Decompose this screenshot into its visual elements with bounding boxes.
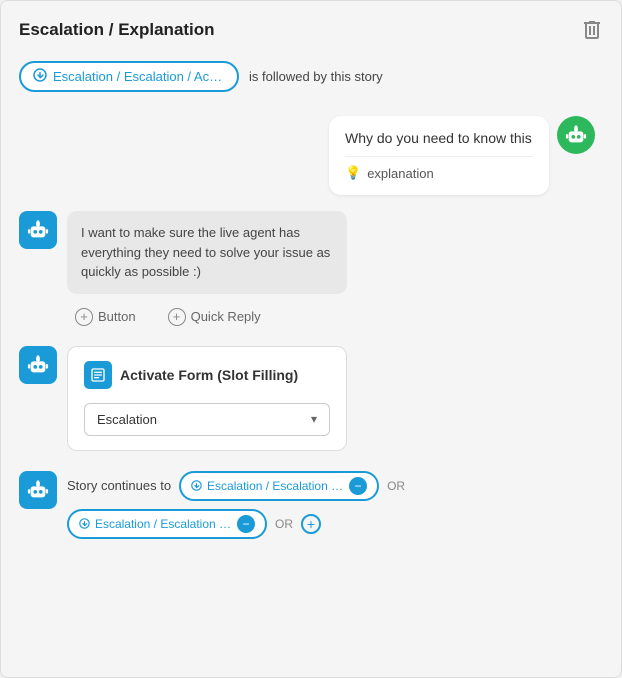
- story-row-2: Escalation / Escalation / Can... − OR +: [67, 509, 603, 539]
- story-badge-1-text: Escalation / Escalation / Sub...: [207, 479, 344, 493]
- bot-avatar-2: [19, 346, 57, 384]
- story-badge-2[interactable]: Escalation / Escalation / Can... −: [67, 509, 267, 539]
- trigger-followed-text: is followed by this story: [249, 69, 383, 84]
- trigger-badge[interactable]: Escalation / Escalation / Acti...: [19, 61, 239, 92]
- form-card-header: Activate Form (Slot Filling): [84, 361, 330, 389]
- chat-section: Why do you need to know this 💡 explanati…: [19, 116, 603, 195]
- form-title: Activate Form (Slot Filling): [120, 367, 298, 383]
- story-continues-label: Story continues to: [67, 478, 171, 493]
- chat-bubble-wrapper: Why do you need to know this 💡 explanati…: [329, 116, 595, 195]
- story-section-wrapper: Story continues to Escalation / Escalati…: [19, 471, 603, 539]
- story-badge-1[interactable]: Escalation / Escalation / Sub... −: [179, 471, 379, 501]
- remove-story-2-button[interactable]: −: [237, 515, 255, 533]
- page-title: Escalation / Explanation: [19, 20, 215, 40]
- trigger-badge-text: Escalation / Escalation / Acti...: [53, 69, 225, 84]
- story-badge-2-text: Escalation / Escalation / Can...: [95, 517, 232, 531]
- main-card: Escalation / Explanation Escalation / Es…: [0, 0, 622, 678]
- explanation-label: explanation: [367, 166, 434, 181]
- chat-message: Why do you need to know this: [345, 130, 533, 146]
- add-button-btn[interactable]: + Button: [67, 304, 144, 330]
- add-button-icon: +: [75, 308, 93, 326]
- chat-bubble: Why do you need to know this 💡 explanati…: [329, 116, 549, 195]
- add-quick-reply-icon: +: [168, 308, 186, 326]
- or-label-2: OR: [275, 517, 293, 531]
- story-row-1: Story continues to Escalation / Escalati…: [67, 471, 603, 501]
- card-header: Escalation / Explanation: [19, 19, 603, 41]
- button-label: Button: [98, 309, 136, 324]
- bot-content: I want to make sure the live agent has e…: [67, 211, 603, 330]
- or-label-1: OR: [387, 479, 405, 493]
- bot-icon-green: [557, 116, 595, 154]
- form-select[interactable]: Escalation ▾: [84, 403, 330, 436]
- add-quick-reply-btn[interactable]: + Quick Reply: [160, 304, 269, 330]
- form-section: Activate Form (Slot Filling) Escalation …: [19, 346, 603, 451]
- bot-message-section: I want to make sure the live agent has e…: [19, 211, 603, 330]
- lightbulb-icon: 💡: [345, 165, 361, 181]
- chevron-down-icon: ▾: [311, 412, 317, 426]
- action-row: + Button + Quick Reply: [67, 304, 603, 330]
- form-select-value: Escalation: [97, 412, 157, 427]
- form-icon: [84, 361, 112, 389]
- explanation-row: 💡 explanation: [345, 156, 533, 181]
- story-continues-section: Story continues to Escalation / Escalati…: [67, 471, 603, 539]
- remove-story-1-button[interactable]: −: [349, 477, 367, 495]
- form-card: Activate Form (Slot Filling) Escalation …: [67, 346, 347, 451]
- add-story-button[interactable]: +: [301, 514, 321, 534]
- bot-avatar-1: [19, 211, 57, 249]
- bot-avatar-3: [19, 471, 57, 509]
- quick-reply-label: Quick Reply: [191, 309, 261, 324]
- trigger-arrow-icon: [33, 68, 47, 85]
- delete-button[interactable]: [581, 19, 603, 41]
- trigger-row: Escalation / Escalation / Acti... is fol…: [19, 61, 603, 92]
- bot-bubble: I want to make sure the live agent has e…: [67, 211, 347, 294]
